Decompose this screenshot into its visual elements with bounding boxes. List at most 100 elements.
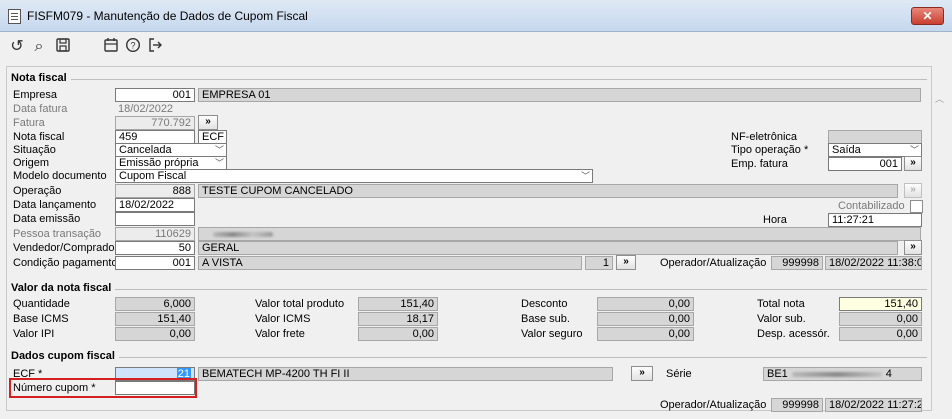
toolbar: ↺ ⌕ ?: [0, 32, 952, 62]
serie-label: Série: [666, 368, 692, 380]
exit-icon[interactable]: [146, 37, 164, 55]
document-icon: [8, 9, 21, 24]
vendedor-code-input[interactable]: 50: [115, 241, 195, 255]
ecf-field[interactable]: ECF: [198, 130, 227, 144]
parcelas-field: 1: [585, 256, 613, 270]
condicao-code-input[interactable]: 001: [115, 256, 195, 270]
nota-fiscal-input[interactable]: 459: [115, 130, 195, 144]
data-lancamento-input[interactable]: 18/02/2022: [115, 198, 195, 212]
operacao-label: Operação: [13, 185, 62, 197]
contabilizado-checkbox[interactable]: [910, 200, 923, 213]
base-sub-label: Base sub.: [521, 313, 570, 325]
valor-frete-label: Valor frete: [255, 328, 305, 340]
valor-seguro-label: Valor seguro: [521, 328, 583, 340]
fatura-lookup-button[interactable]: »: [198, 115, 218, 130]
chevron-down-icon: ﹀: [909, 145, 919, 155]
nfe-field: [828, 130, 922, 144]
base-icms-field: 151,40: [115, 312, 195, 326]
valor-frete-field: 0,00: [358, 327, 438, 341]
vendedor-name-field: GERAL: [198, 241, 898, 255]
modelo-label: Modelo documento: [13, 170, 107, 182]
data-emissao-input[interactable]: [115, 212, 195, 226]
empresa-label: Empresa: [13, 89, 58, 101]
situacao-label: Situação: [13, 144, 56, 156]
total-nota-field: 151,40: [839, 297, 922, 311]
modelo-value: Cupom Fiscal: [119, 170, 187, 182]
highlight-annotation: [9, 378, 197, 398]
tipo-operacao-value: Saída: [832, 144, 861, 156]
empresa-name-field: EMPRESA 01: [198, 88, 921, 102]
hora-input[interactable]: 11:27:21: [828, 213, 922, 227]
situacao-value: Cancelada: [119, 144, 172, 156]
operacao-lookup-button[interactable]: »: [904, 183, 922, 198]
valor-group: Valor da nota fiscal: [11, 282, 927, 294]
valor-icms-field: 18,17: [358, 312, 438, 326]
hora-label: Hora: [763, 214, 787, 226]
emp-fatura-label: Emp. fatura: [731, 158, 788, 170]
origem-value: Emissão própria: [119, 157, 199, 169]
window-title: FISFM079 - Manutenção de Dados de Cupom …: [27, 9, 308, 23]
condicao-label: Condição pagamento: [13, 257, 118, 269]
section-title: Nota fiscal: [11, 72, 71, 84]
origem-select[interactable]: Emissão própria ﹀: [115, 156, 227, 170]
vendedor-lookup-button[interactable]: »: [904, 240, 922, 255]
desp-label: Desp. acessór.: [757, 328, 830, 340]
operador-field: 999998: [771, 256, 823, 270]
total-produto-label: Valor total produto: [255, 298, 345, 310]
modelo-select[interactable]: Cupom Fiscal ﹀: [115, 169, 593, 183]
chevron-down-icon: ﹀: [214, 145, 224, 155]
serie-end: 4: [885, 368, 892, 380]
section-title: Valor da nota fiscal: [11, 282, 116, 294]
save-icon[interactable]: [54, 37, 72, 55]
parcelas-button[interactable]: »: [616, 255, 636, 270]
serie-start: BE1: [767, 368, 788, 380]
quantidade-label: Quantidade: [13, 298, 70, 310]
pessoa-code-field: 110629: [115, 227, 195, 241]
section-title: Dados cupom fiscal: [11, 350, 119, 362]
serie-redaction: [791, 371, 882, 377]
undo-icon[interactable]: ↺: [8, 37, 26, 55]
chevron-down-icon: ﹀: [214, 158, 224, 168]
total-produto-field: 151,40: [358, 297, 438, 311]
desconto-label: Desconto: [521, 298, 568, 310]
operacao-name-field: TESTE CUPOM CANCELADO: [198, 184, 898, 198]
calendar-icon[interactable]: [102, 37, 120, 55]
valor-sub-field: 0,00: [839, 312, 922, 326]
valor-icms-label: Valor ICMS: [255, 313, 311, 325]
cupom-operador-field: 999998: [771, 398, 823, 412]
svg-text:?: ?: [130, 41, 135, 51]
data-lancamento-label: Data lançamento: [13, 199, 97, 211]
help-icon[interactable]: ?: [124, 37, 142, 55]
operador-label: Operador/Atualização: [660, 257, 767, 269]
vertical-scrollbar[interactable]: ︿: [932, 66, 947, 411]
base-icms-label: Base ICMS: [13, 313, 69, 325]
chevron-up-icon[interactable]: ︿: [935, 92, 944, 105]
valor-ipi-field: 0,00: [115, 327, 195, 341]
close-button[interactable]: ✕: [911, 7, 944, 25]
emp-fatura-input[interactable]: 001: [828, 157, 902, 171]
valor-sub-label: Valor sub.: [757, 313, 806, 325]
pessoa-label: Pessoa transação: [13, 228, 102, 240]
vendedor-label: Vendedor/Comprador: [13, 242, 119, 254]
cupom-operador-date-field: 18/02/2022 11:27:23: [825, 398, 922, 412]
tipo-operacao-select[interactable]: Saída ﹀: [828, 143, 922, 157]
situacao-select[interactable]: Cancelada ﹀: [115, 143, 227, 157]
form-panel: Nota fiscal Empresa 001 EMPRESA 01 Data …: [6, 66, 932, 412]
valor-ipi-label: Valor IPI: [13, 328, 55, 340]
data-fatura-value: 18/02/2022: [118, 103, 174, 115]
fatura-label: Fatura: [13, 117, 45, 129]
valor-seguro-field: 0,00: [597, 327, 694, 341]
contabilizado-label: Contabilizado: [838, 200, 905, 212]
ecf-lookup-button[interactable]: »: [631, 366, 653, 381]
desp-field: 0,00: [839, 327, 922, 341]
emp-fatura-button[interactable]: »: [904, 156, 922, 171]
fatura-field: 770.792: [115, 116, 195, 130]
operacao-code-field: 888: [115, 184, 195, 198]
search-icon[interactable]: ⌕: [30, 37, 48, 55]
title-bar: FISFM079 - Manutenção de Dados de Cupom …: [0, 0, 952, 32]
tipo-operacao-label: Tipo operação *: [731, 144, 809, 156]
chevron-down-icon: ﹀: [580, 171, 590, 181]
origem-label: Origem: [13, 157, 50, 169]
base-sub-field: 0,00: [597, 312, 694, 326]
empresa-code-input[interactable]: 001: [115, 88, 195, 102]
